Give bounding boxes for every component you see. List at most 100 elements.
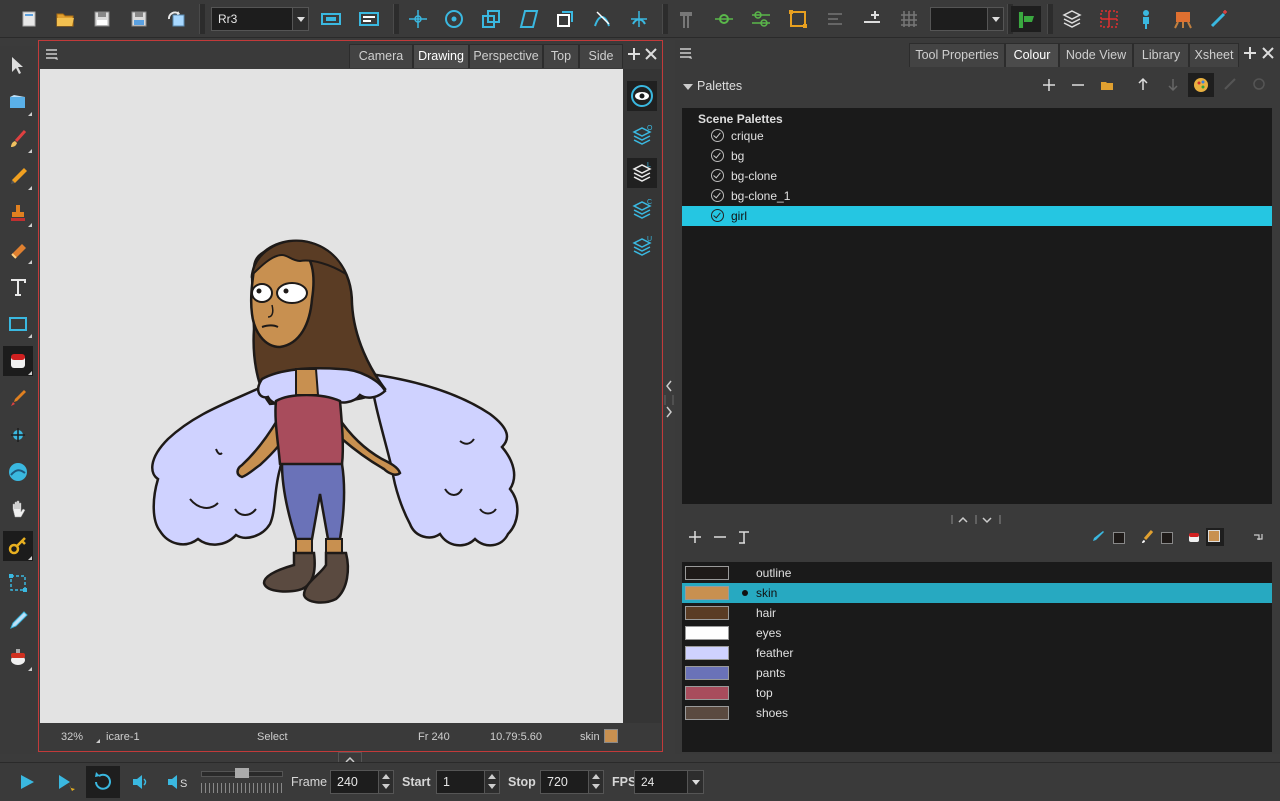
paint-colour-swatch[interactable] (1206, 528, 1224, 546)
layer-o-icon[interactable]: O (627, 121, 657, 151)
palette-item-selected[interactable]: girl (682, 206, 1272, 226)
playback-speed-slider[interactable] (201, 768, 283, 794)
text-icon[interactable] (3, 272, 33, 302)
envelope-deform-icon[interactable] (626, 6, 652, 32)
scale-icon[interactable] (478, 6, 504, 32)
stop-stepper[interactable] (588, 771, 603, 793)
fps-input[interactable]: 24 (634, 770, 704, 794)
chevron-down-icon[interactable] (987, 8, 1003, 30)
tab-node-view[interactable]: Node View (1059, 43, 1133, 67)
pivot-icon[interactable] (441, 6, 467, 32)
close-icon[interactable] (644, 47, 658, 61)
deform-chain-icon[interactable] (748, 6, 774, 32)
panel-splitter[interactable] (663, 375, 675, 425)
layer-u-icon[interactable]: U (627, 232, 657, 262)
stop-input[interactable]: 720 (540, 770, 604, 794)
layer-c-icon[interactable]: C (627, 195, 657, 225)
pencil-colour-swatch[interactable] (1113, 532, 1125, 544)
layers-icon[interactable] (1059, 6, 1085, 32)
palette-item[interactable]: bg-clone_1 (682, 186, 1272, 206)
stamp-icon[interactable] (3, 198, 33, 228)
palette-item[interactable]: bg (682, 146, 1272, 166)
remove-palette-icon[interactable] (1071, 78, 1085, 95)
start-input[interactable]: 1 (436, 770, 500, 794)
axis-icon[interactable] (405, 6, 431, 32)
add-key-icon[interactable] (859, 6, 885, 32)
refresh-icon[interactable] (163, 6, 189, 32)
paint-colour-icon[interactable] (1187, 530, 1201, 547)
palette-item[interactable]: bg-clone (682, 166, 1272, 186)
add-panel-icon[interactable] (1243, 46, 1257, 60)
zoom-level[interactable]: 32% (61, 731, 83, 743)
colour-item[interactable]: shoes (682, 703, 1272, 723)
bbox-icon[interactable] (785, 6, 811, 32)
list-scrollbar[interactable] (682, 504, 1272, 512)
open-icon[interactable] (52, 6, 78, 32)
palette-splitter[interactable] (951, 513, 1001, 525)
tab-top[interactable]: Top (543, 44, 579, 68)
figure-icon[interactable] (1133, 6, 1159, 32)
contour-editor-icon[interactable] (3, 87, 33, 117)
brush-colour-icon[interactable] (1140, 530, 1154, 547)
zoom-combo[interactable] (930, 7, 1004, 31)
start-stepper[interactable] (484, 771, 499, 793)
eraser-icon[interactable] (3, 235, 33, 265)
move-up-icon[interactable] (1136, 77, 1150, 94)
onion-eye-icon[interactable] (627, 81, 657, 111)
loop-icon[interactable] (86, 766, 120, 798)
drawing-combo[interactable]: Rr3 (211, 7, 309, 31)
close-icon[interactable] (1261, 46, 1275, 60)
key-icon[interactable] (3, 531, 33, 561)
collapse-timeline-icon[interactable] (338, 752, 362, 763)
brush-icon[interactable] (3, 124, 33, 154)
pencil-colour-icon[interactable] (1091, 530, 1105, 547)
colour-item[interactable]: hair (682, 603, 1272, 623)
peg-icon[interactable] (711, 6, 737, 32)
add-texture-icon[interactable] (737, 530, 751, 547)
pen-icon[interactable] (3, 605, 33, 635)
rectangle-icon[interactable] (3, 309, 33, 339)
skew-icon[interactable] (516, 6, 542, 32)
tab-library[interactable]: Library (1133, 43, 1189, 67)
dropper-icon[interactable] (3, 383, 33, 413)
frame-input[interactable]: 240 (330, 770, 394, 794)
play-selection-icon[interactable] (56, 772, 76, 795)
wand-icon[interactable] (1206, 6, 1232, 32)
colour-item[interactable]: top (682, 683, 1272, 703)
tab-perspective[interactable]: Perspective (469, 44, 543, 68)
tab-side[interactable]: Side (579, 44, 623, 68)
ink-icon[interactable] (3, 642, 33, 672)
sound-icon[interactable] (130, 772, 150, 795)
remove-colour-icon[interactable] (713, 530, 727, 547)
rotate-icon[interactable] (552, 6, 578, 32)
grid-icon[interactable] (896, 6, 922, 32)
tab-colour[interactable]: Colour (1005, 43, 1059, 67)
chevron-down-icon[interactable] (292, 8, 308, 30)
add-colour-icon[interactable] (688, 530, 702, 547)
move-down-icon[interactable] (1166, 77, 1180, 94)
colour-item[interactable]: outline (682, 563, 1272, 583)
drawing-canvas[interactable] (40, 69, 623, 723)
add-view-icon[interactable] (627, 47, 641, 61)
colour-item[interactable]: eyes (682, 623, 1272, 643)
panel-menu-icon[interactable] (679, 46, 693, 63)
hammer-icon[interactable] (674, 6, 700, 32)
sound-scrub-icon[interactable]: S (166, 772, 190, 795)
add-palette-icon[interactable] (1042, 78, 1056, 95)
tab-xsheet[interactable]: Xsheet (1189, 43, 1239, 67)
tab-drawing[interactable]: Drawing (413, 44, 469, 68)
hand-icon[interactable] (3, 494, 33, 524)
morphing-icon[interactable] (3, 457, 33, 487)
slider-handle[interactable] (235, 768, 249, 778)
new-scene-icon[interactable] (16, 6, 42, 32)
save-as-icon[interactable] (126, 6, 152, 32)
tab-camera[interactable]: Camera (349, 44, 413, 68)
view-menu-icon[interactable] (45, 47, 59, 64)
colour-item[interactable]: pants (682, 663, 1272, 683)
pivot-tool-icon[interactable] (3, 420, 33, 450)
save-icon[interactable] (89, 6, 115, 32)
play-icon[interactable] (18, 773, 36, 794)
palette-item[interactable]: crique (682, 126, 1272, 146)
frame-stepper[interactable] (378, 771, 393, 793)
palette-browser-icon[interactable] (1188, 73, 1214, 97)
